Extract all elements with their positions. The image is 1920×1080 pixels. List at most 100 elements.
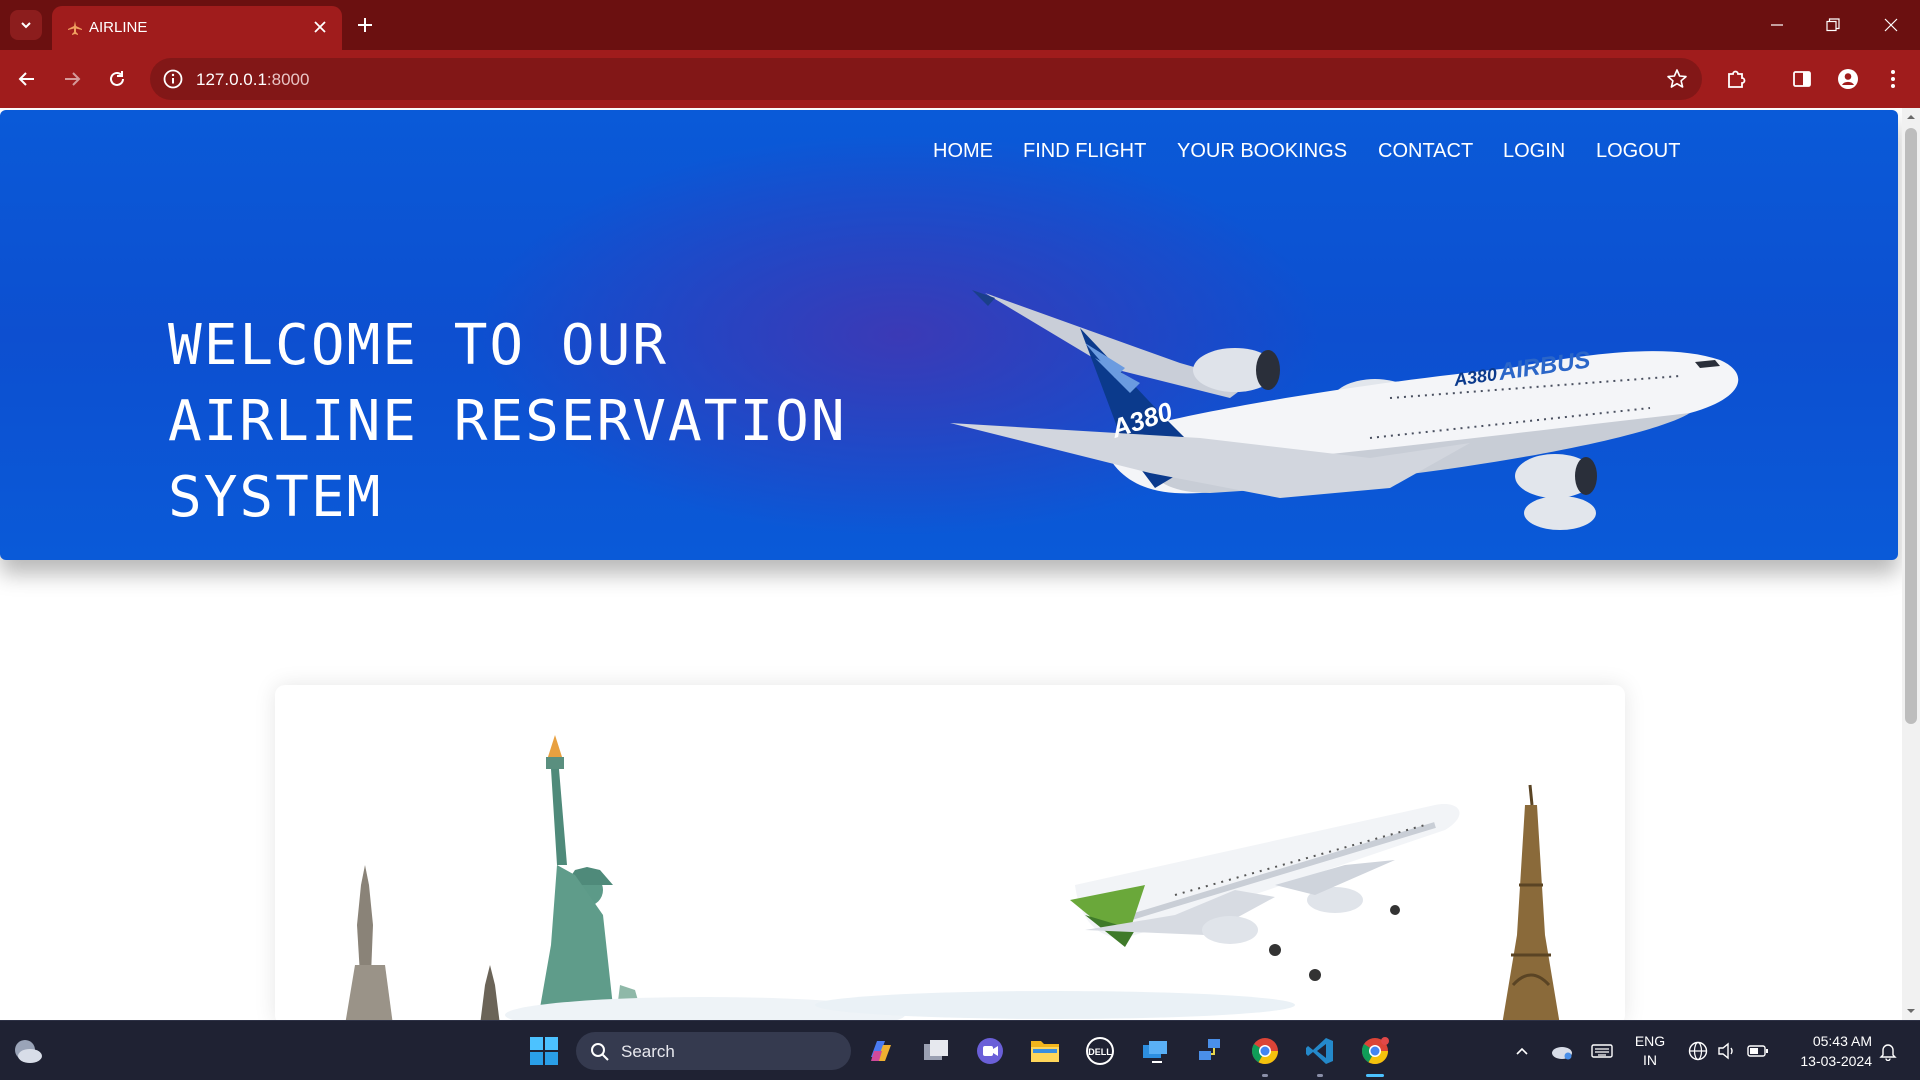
dell-logo-icon: DELL [1086, 1037, 1114, 1065]
chrome-profile-app[interactable] [1355, 1031, 1395, 1071]
clock-time: 05:43 AM [1812, 1033, 1872, 1049]
copilot-app[interactable] [861, 1031, 901, 1071]
remote-desktop-app[interactable] [1135, 1031, 1175, 1071]
side-panel-icon [1793, 71, 1811, 87]
restore-button[interactable] [1815, 10, 1851, 40]
task-view-app[interactable] [916, 1031, 956, 1071]
windows-logo-icon [530, 1037, 558, 1065]
nav-login[interactable]: LOGIN [1503, 140, 1565, 163]
scrollbar-thumb[interactable] [1905, 128, 1917, 724]
person-icon [1838, 69, 1858, 89]
close-tab-icon[interactable] [310, 17, 330, 37]
onedrive-tray[interactable] [1542, 1031, 1582, 1071]
side-panel-button[interactable] [1787, 64, 1817, 94]
address-bar[interactable]: 127.0.0.1:8000 [150, 58, 1702, 100]
back-button[interactable] [12, 64, 42, 94]
file-explorer-app[interactable] [1025, 1031, 1065, 1071]
scroll-down-arrow-icon[interactable] [1906, 1006, 1916, 1016]
chrome-icon [1251, 1038, 1279, 1065]
more-vertical-icon [1891, 70, 1895, 88]
info-icon[interactable] [162, 68, 184, 90]
hero-title-line-3: SYSTEM [168, 465, 383, 530]
page-viewport: HOME FIND FLIGHT YOUR BOOKINGS CONTACT L… [0, 108, 1920, 1020]
new-tab-button[interactable] [352, 12, 378, 38]
battery-icon [1747, 1045, 1768, 1057]
arrow-right-icon [65, 72, 81, 86]
start-button[interactable] [524, 1031, 564, 1071]
jet-takeoff-shape [1070, 804, 1460, 981]
show-hidden-icons-button[interactable] [1502, 1031, 1542, 1071]
video-chat-icon [977, 1038, 1003, 1064]
bookmark-star-icon[interactable] [1666, 68, 1688, 90]
taskbar-clock[interactable]: 05:43 AM 13-03-2024 [1782, 1031, 1872, 1071]
search-icon [591, 1043, 609, 1061]
remote-desktop-icon [1143, 1041, 1167, 1063]
weather-widget[interactable] [8, 1031, 48, 1071]
browser-tab[interactable]: AIRLINE [52, 6, 342, 50]
airbus-a380-image: A380 AIRBUS A380 [950, 290, 1739, 530]
tab-search-button[interactable] [10, 10, 42, 40]
reload-icon [110, 71, 124, 86]
input-language-indicator[interactable]: ENG IN [1630, 1032, 1670, 1070]
cloud-sync-icon [1552, 1047, 1572, 1060]
folder-icon [1031, 1041, 1059, 1062]
lang-line-2: IN [1643, 1052, 1657, 1068]
hero-title-line-1: WELCOME TO OUR [168, 313, 669, 378]
svg-text:DELL: DELL [1088, 1047, 1112, 1057]
forward-button[interactable] [57, 64, 87, 94]
eiffel-tower-shape [1502, 784, 1560, 1020]
statue-of-liberty-shape [537, 735, 644, 1020]
nav-home[interactable]: HOME [933, 140, 993, 163]
browser-toolbar: 127.0.0.1:8000 [0, 50, 1920, 108]
nav-contact[interactable]: CONTACT [1378, 140, 1473, 163]
tab-title: AIRLINE [89, 19, 148, 36]
teams-app[interactable] [970, 1031, 1010, 1071]
task-view-icon [924, 1040, 948, 1060]
world-landmarks-illustration [345, 735, 1560, 1020]
minimize-button[interactable] [1759, 10, 1795, 40]
chevron-up-icon [1516, 1047, 1528, 1055]
url-text[interactable]: 127.0.0.1:8000 [196, 70, 309, 90]
browser-tab-strip: AIRLINE [0, 0, 1920, 50]
close-window-button[interactable] [1873, 10, 1909, 40]
battery-tray[interactable] [1738, 1031, 1778, 1071]
url-host: 127.0.0.1 [196, 70, 267, 89]
nav-logout[interactable]: LOGOUT [1596, 140, 1680, 163]
plus-icon [358, 18, 372, 32]
vscode-icon [1306, 1038, 1333, 1064]
dell-app[interactable]: DELL [1080, 1031, 1120, 1071]
chrome-app[interactable] [1245, 1031, 1285, 1071]
profile-button[interactable] [1833, 64, 1863, 94]
hero-title-line-2: AIRLINE RESERVATION [168, 389, 847, 454]
keyboard-icon [1591, 1044, 1613, 1058]
active-app-indicator [1366, 1074, 1384, 1077]
search-label: Search [621, 1042, 675, 1061]
bell-icon [1879, 1044, 1897, 1061]
vscode-app[interactable] [1300, 1031, 1340, 1071]
hero-title: WELCOME TO OUR AIRLINE RESERVATION SYSTE… [168, 308, 928, 536]
hero-banner: HOME FIND FLIGHT YOUR BOOKINGS CONTACT L… [0, 110, 1898, 560]
network-app[interactable] [1190, 1031, 1230, 1071]
main-nav: HOME FIND FLIGHT YOUR BOOKINGS CONTACT L… [0, 134, 1898, 174]
puzzle-icon [1728, 70, 1746, 88]
cloud-icon [15, 1040, 42, 1063]
scroll-up-arrow-icon[interactable] [1906, 112, 1916, 122]
clock-date: 13-03-2024 [1800, 1053, 1872, 1069]
nav-find-flight[interactable]: FIND FLIGHT [1023, 140, 1146, 163]
url-port: :8000 [266, 70, 310, 89]
running-indicator [1317, 1074, 1323, 1077]
browser-menu-button[interactable] [1878, 64, 1908, 94]
copilot-icon [871, 1041, 891, 1061]
extensions-button[interactable] [1721, 64, 1751, 94]
network-computers-icon [1199, 1039, 1220, 1060]
airplane-favicon-icon [68, 21, 82, 35]
close-icon [1884, 18, 1898, 32]
taskbar-search[interactable]: Search [576, 1032, 851, 1070]
destinations-card [275, 685, 1625, 1020]
notifications-button[interactable] [1868, 1031, 1908, 1071]
reload-button[interactable] [102, 64, 132, 94]
lang-line-1: ENG [1634, 1033, 1666, 1049]
nav-your-bookings[interactable]: YOUR BOOKINGS [1177, 140, 1347, 163]
keyboard-tray[interactable] [1582, 1031, 1622, 1071]
page-scrollbar[interactable] [1902, 108, 1920, 1020]
